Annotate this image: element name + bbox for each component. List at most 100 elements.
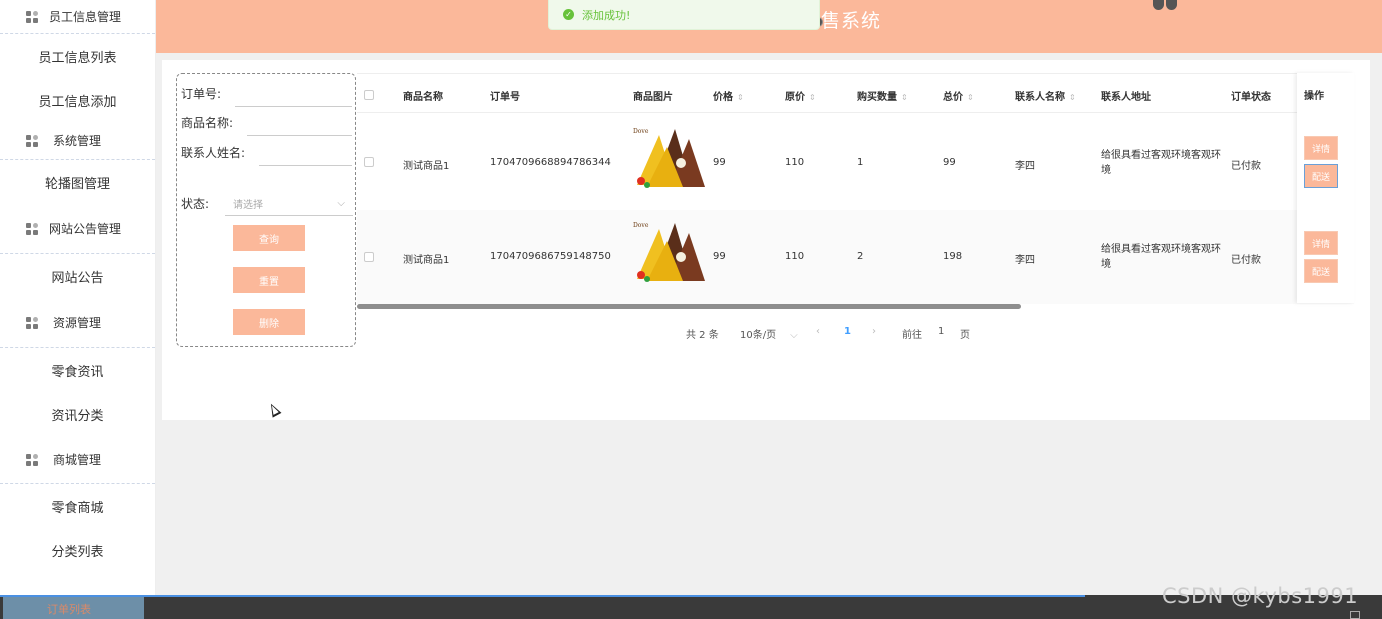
header-quantity[interactable]: 购买数量 ⇕ <box>857 88 908 103</box>
cell-status: 已付款 <box>1231 161 1261 172</box>
chevron-down-icon: ⌵ <box>337 198 345 209</box>
cell-quantity: 1 <box>857 157 864 168</box>
header-price-label: 价格 <box>713 92 733 103</box>
sidebar-item-announcement[interactable]: 网站公告 <box>0 254 155 298</box>
cell-quantity: 2 <box>857 251 864 262</box>
sidebar-item-carousel[interactable]: 轮播图管理 <box>0 160 155 204</box>
sidebar-item-label: 员工信息列表 <box>38 50 117 66</box>
select-all-checkbox[interactable] <box>364 90 374 100</box>
sidebar-item-label: 零食资讯 <box>51 364 104 380</box>
sort-icon[interactable]: ⇕ <box>737 93 744 102</box>
page-size-label: 10条/页 <box>740 330 777 341</box>
cell-contact-address: 给很具看过客观环境客观环境 <box>1101 244 1221 270</box>
sort-icon[interactable]: ⇕ <box>1069 93 1076 102</box>
sidebar-item-label: 零食商城 <box>51 500 104 516</box>
sidebar-item-order-list[interactable]: 订单列表 <box>3 595 144 619</box>
menu-group-icon <box>26 10 39 23</box>
header-order-no: 订单号 <box>490 92 520 103</box>
sidebar-group-resources[interactable]: 资源管理 <box>0 298 155 348</box>
order-no-input[interactable] <box>235 106 352 107</box>
sidebar-group-announcement[interactable]: 网站公告管理 <box>0 204 155 254</box>
product-name-label: 商品名称: <box>181 116 234 130</box>
reset-button[interactable]: 重置 <box>233 267 305 293</box>
user-avatar-icon[interactable] <box>1153 0 1177 12</box>
header-product-image: 商品图片 <box>633 92 673 103</box>
detail-button[interactable]: 详情 <box>1304 231 1338 255</box>
page-suffix: 页 <box>960 330 970 341</box>
next-page-icon[interactable]: › <box>872 326 876 337</box>
sidebar-item-snack-news[interactable]: 零食资讯 <box>0 348 155 392</box>
header-contact-address: 联系人地址 <box>1101 92 1151 103</box>
sidebar-group-label: 员工信息管理 <box>49 10 122 24</box>
cell-status: 已付款 <box>1231 255 1261 266</box>
cell-contact-name: 李四 <box>1015 161 1035 172</box>
row-checkbox[interactable] <box>364 157 374 167</box>
goto-page-input[interactable]: 1 <box>938 326 944 337</box>
cell-contact-name: 李四 <box>1015 255 1035 266</box>
success-toast: ✓ 添加成功! <box>548 0 820 30</box>
table-row: 测试商品1 1704709668894786344 Dove 99 110 1 … <box>357 115 1354 209</box>
sidebar-item-employee-list[interactable]: 员工信息列表 <box>0 34 155 78</box>
sidebar-item-snack-mall[interactable]: 零食商城 <box>0 484 155 528</box>
header-contact-name[interactable]: 联系人名称 ⇕ <box>1015 88 1076 103</box>
page-size-select[interactable]: 10条/页 ⌵ <box>740 326 798 341</box>
product-image: Dove <box>633 128 705 188</box>
row-checkbox[interactable] <box>364 252 374 262</box>
sidebar-group-label: 商城管理 <box>53 453 102 467</box>
menu-group-icon <box>26 453 39 466</box>
sidebar-group-mall[interactable]: 商城管理 <box>0 436 155 484</box>
table-horizontal-scrollbar[interactable] <box>357 304 1354 309</box>
scrollbar-thumb[interactable] <box>357 304 1021 309</box>
watermark: CSDN @kybs1991 <box>1162 584 1359 608</box>
sidebar-item-employee-add[interactable]: 员工信息添加 <box>0 78 155 122</box>
prev-page-icon[interactable]: ‹ <box>816 326 820 337</box>
cell-total: 198 <box>943 251 963 262</box>
table-header: 商品名称 订单号 商品图片 价格 ⇕ 原价 ⇕ 购买数量 ⇕ 总价 ⇕ 联系人名称 ⇕ 联… <box>357 73 1354 113</box>
header-quantity-label: 购买数量 <box>857 92 897 103</box>
header-contact-name-label: 联系人名称 <box>1015 92 1065 103</box>
header-original-price-label: 原价 <box>785 92 805 103</box>
sidebar-group-label: 系统管理 <box>53 134 102 148</box>
sort-icon[interactable]: ⇕ <box>809 93 816 102</box>
video-progress-bar[interactable] <box>0 595 1085 597</box>
menu-group-icon <box>26 134 39 147</box>
sidebar: 员工信息管理 员工信息列表 员工信息添加 系统管理 轮播图管理 网站公告管理 网… <box>0 0 156 595</box>
sidebar-item-news-category[interactable]: 资讯分类 <box>0 392 155 436</box>
sort-icon[interactable]: ⇕ <box>901 93 908 102</box>
cell-order-no: 1704709686759148750 <box>490 251 611 262</box>
header-product-name: 商品名称 <box>403 92 443 103</box>
product-name-input[interactable] <box>247 135 352 136</box>
sort-icon[interactable]: ⇕ <box>967 93 974 102</box>
status-select-placeholder: 请选择 <box>233 200 263 211</box>
order-no-label: 订单号: <box>181 87 222 101</box>
cell-price: 99 <box>713 251 726 262</box>
header-total[interactable]: 总价 ⇕ <box>943 88 974 103</box>
search-panel: 订单号: 商品名称: 联系人姓名: 状态: 请选择 ⌵ 查询 重置 删除 <box>176 73 356 347</box>
sidebar-item-category-list[interactable]: 分类列表 <box>0 528 155 572</box>
header-title: 售系统 <box>821 10 882 32</box>
delete-button[interactable]: 删除 <box>233 309 305 335</box>
actions-column: 操作 详情 配送 详情 配送 <box>1297 73 1354 303</box>
sidebar-group-label: 资源管理 <box>53 316 102 330</box>
check-circle-icon: ✓ <box>563 9 574 20</box>
ship-button[interactable]: 配送 <box>1304 164 1338 188</box>
cell-original-price: 110 <box>785 251 805 262</box>
contact-name-input[interactable] <box>259 165 352 166</box>
chevron-down-icon: ⌵ <box>790 330 798 341</box>
sidebar-item-label: 资讯分类 <box>51 408 104 424</box>
ship-button[interactable]: 配送 <box>1304 259 1338 283</box>
sidebar-group-system[interactable]: 系统管理 <box>0 122 155 160</box>
fullscreen-icon[interactable] <box>1350 611 1360 619</box>
sidebar-group-employee[interactable]: 员工信息管理 <box>0 0 155 34</box>
product-brand-text: Dove <box>633 128 649 135</box>
header-price[interactable]: 价格 ⇕ <box>713 88 744 103</box>
header-original-price[interactable]: 原价 ⇕ <box>785 88 816 103</box>
detail-button[interactable]: 详情 <box>1304 136 1338 160</box>
cell-product-name: 测试商品1 <box>403 161 450 172</box>
status-select[interactable]: 请选择 ⌵ <box>225 192 353 216</box>
query-button[interactable]: 查询 <box>233 225 305 251</box>
page-number-current[interactable]: 1 <box>844 326 851 337</box>
sidebar-item-label: 订单列表 <box>47 603 91 616</box>
header-actions: 操作 <box>1304 91 1324 102</box>
cell-order-no: 1704709668894786344 <box>490 157 611 168</box>
